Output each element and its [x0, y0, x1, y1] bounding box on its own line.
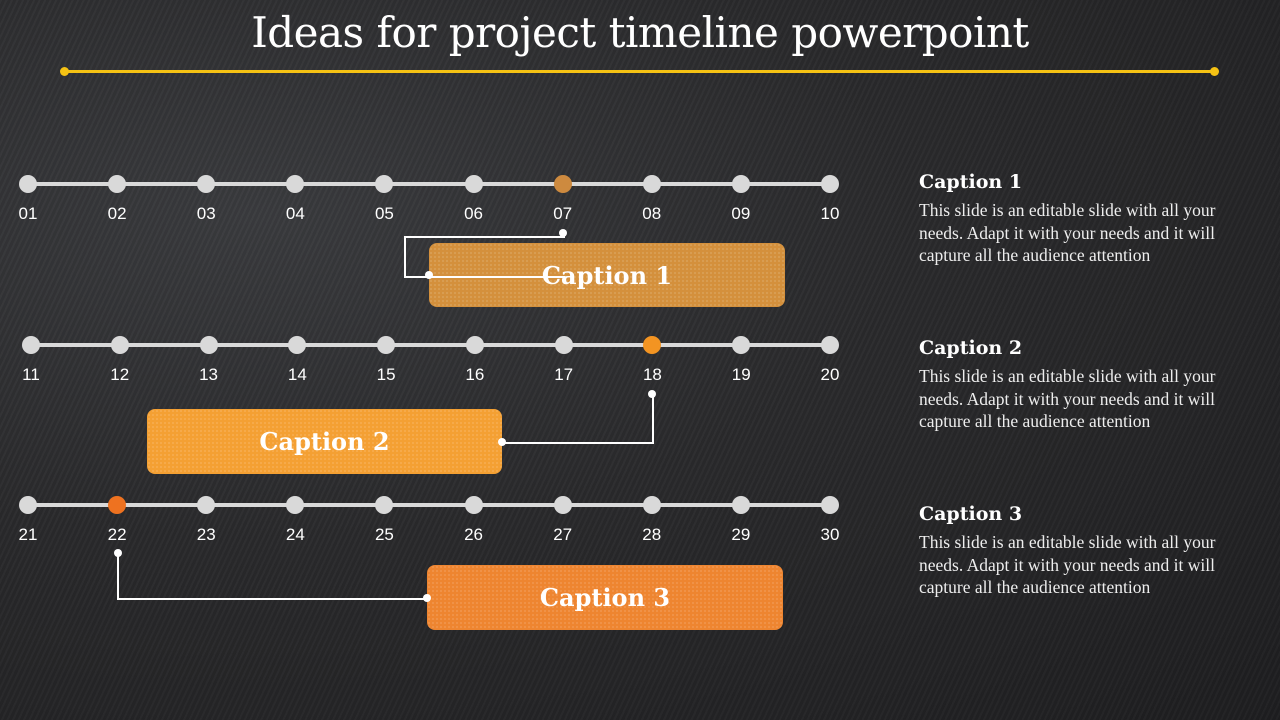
timeline-tick-label: 21: [18, 525, 38, 544]
caption-3-box[interactable]: Caption 3: [427, 565, 783, 630]
timeline-node[interactable]: [731, 175, 750, 193]
timeline-node[interactable]: [642, 496, 661, 514]
caption-1-box-dot: [425, 271, 433, 279]
timeline-node[interactable]: [464, 496, 483, 514]
timeline-node[interactable]: [375, 175, 394, 193]
timeline-tick-label: 16: [465, 365, 485, 384]
title-underline-end-dot: [1210, 67, 1219, 76]
side-caption-3: Caption 3 This slide is an editable slid…: [919, 503, 1264, 599]
timeline-tick-label: 09: [731, 204, 751, 223]
caption-3-connector: [117, 553, 429, 600]
timeline-node[interactable]: [465, 336, 484, 354]
side-caption-1: Caption 1 This slide is an editable slid…: [919, 171, 1264, 267]
timeline-milestone-marker[interactable]: [643, 336, 662, 354]
timeline-node[interactable]: [732, 336, 751, 354]
timeline-node[interactable]: [108, 175, 127, 193]
timeline-tick-label: 19: [731, 365, 751, 384]
timeline-tick-label: 01: [18, 204, 38, 223]
timeline-node[interactable]: [464, 175, 483, 193]
timeline-tick-label: 04: [285, 204, 305, 223]
timeline-milestone-marker[interactable]: [553, 175, 572, 193]
timeline-node[interactable]: [197, 496, 216, 514]
side-caption-1-text: This slide is an editable slide with all…: [919, 200, 1216, 265]
timeline-tick-label: 15: [376, 365, 396, 384]
timeline-tick-label: 18: [642, 365, 662, 384]
caption-3-box-dot: [423, 594, 431, 602]
timeline-node[interactable]: [110, 336, 129, 354]
timeline-node[interactable]: [19, 175, 37, 193]
timeline-tick-label: 24: [285, 525, 305, 544]
timeline-node[interactable]: [821, 496, 839, 514]
timeline-tick-label: 30: [820, 525, 840, 544]
timeline-tick-label: 10: [820, 204, 840, 223]
side-caption-2-text: This slide is an editable slide with all…: [919, 366, 1216, 431]
side-caption-3-heading: Caption 3: [919, 503, 1023, 525]
timeline-tick-label: 02: [107, 204, 127, 223]
timeline-tick-label: 28: [642, 525, 662, 544]
timeline-node[interactable]: [288, 336, 307, 354]
caption-2-box[interactable]: Caption 2: [147, 409, 502, 474]
timeline-node[interactable]: [286, 175, 305, 193]
timeline-node[interactable]: [821, 175, 839, 193]
timeline-tick-label: 14: [287, 365, 307, 384]
timeline-tick-label: 07: [553, 204, 573, 223]
title-underline: [64, 70, 1216, 73]
timeline-node[interactable]: [199, 336, 218, 354]
timeline-node[interactable]: [377, 336, 396, 354]
timeline-tick-label: 12: [110, 365, 130, 384]
timeline-node[interactable]: [731, 496, 750, 514]
timeline-node[interactable]: [642, 175, 661, 193]
timeline-2-track: [31, 343, 830, 347]
timeline-tick-label: 29: [731, 525, 751, 544]
timeline-node[interactable]: [821, 336, 839, 354]
timeline-node[interactable]: [22, 336, 40, 354]
side-caption-2: Caption 2 This slide is an editable slid…: [919, 337, 1264, 433]
timeline-tick-label: 13: [199, 365, 219, 384]
timeline-tick-label: 06: [464, 204, 484, 223]
side-caption-3-text: This slide is an editable slide with all…: [919, 532, 1216, 597]
timeline-tick-label: 17: [554, 365, 574, 384]
timeline-3-track: [28, 503, 830, 507]
timeline-node[interactable]: [553, 496, 572, 514]
timeline-tick-label: 22: [107, 525, 127, 544]
timeline-node[interactable]: [197, 175, 216, 193]
timeline-tick-label: 25: [374, 525, 394, 544]
timeline-node[interactable]: [375, 496, 394, 514]
title-underline-start-dot: [60, 67, 69, 76]
caption-2-connector-dot: [648, 390, 656, 398]
timeline-tick-label: 20: [820, 365, 840, 384]
timeline-tick-label: 05: [374, 204, 394, 223]
slide-title: Ideas for project timeline powerpoint: [251, 8, 1029, 57]
timeline-milestone-marker[interactable]: [108, 496, 127, 514]
caption-2-box-dot: [498, 438, 506, 446]
timeline-tick-label: 27: [553, 525, 573, 544]
timeline-1-track: [28, 182, 830, 186]
timeline-tick-label: 26: [464, 525, 484, 544]
side-caption-1-heading: Caption 1: [919, 171, 1023, 193]
timeline-node[interactable]: [19, 496, 37, 514]
timeline-node[interactable]: [286, 496, 305, 514]
side-caption-2-heading: Caption 2: [919, 337, 1023, 359]
caption-3-connector-dot: [114, 549, 122, 557]
timeline-tick-label: 03: [196, 204, 216, 223]
timeline-tick-label: 08: [642, 204, 662, 223]
timeline-tick-label: 11: [22, 365, 40, 384]
caption-1-connector-dot: [559, 229, 567, 237]
timeline-node[interactable]: [554, 336, 573, 354]
timeline-tick-label: 23: [196, 525, 216, 544]
caption-2-connector: [502, 394, 654, 444]
